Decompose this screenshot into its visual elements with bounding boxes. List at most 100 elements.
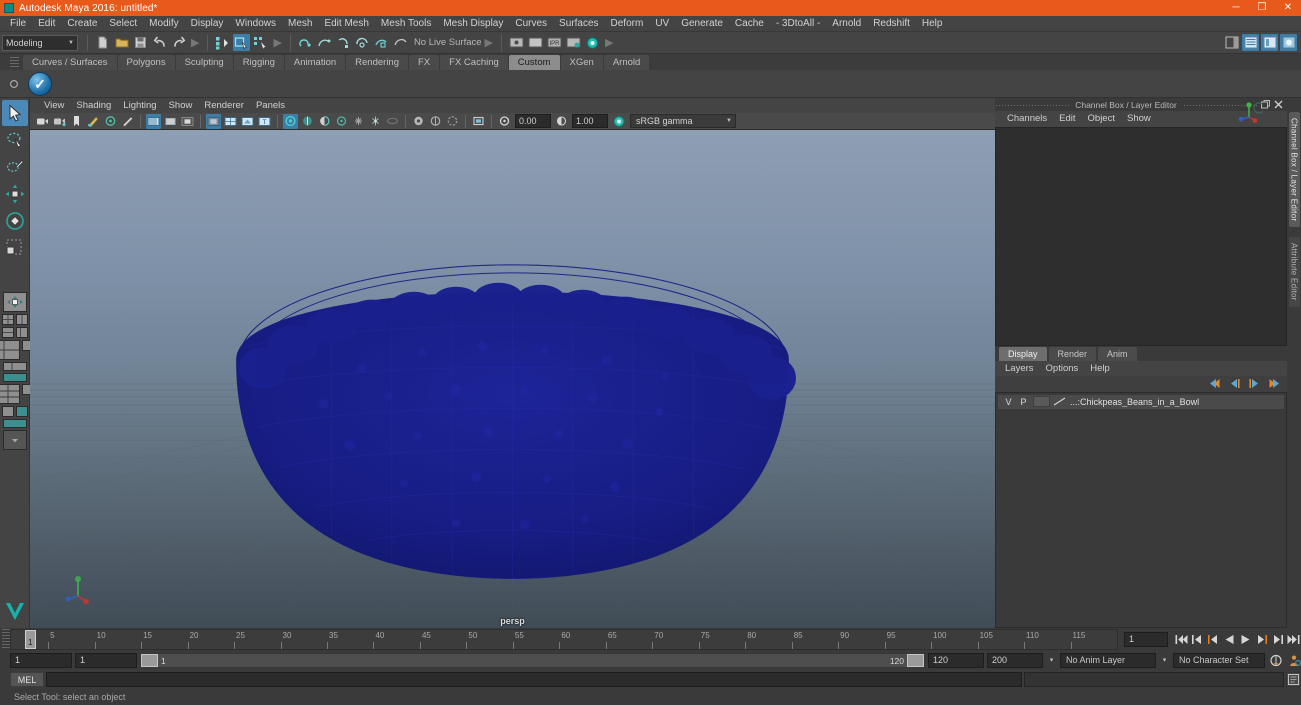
go-to-start-button[interactable] bbox=[1174, 632, 1189, 647]
menu-set-selector[interactable]: Modeling ▼ bbox=[2, 34, 78, 51]
select-camera-icon[interactable] bbox=[35, 114, 50, 129]
range-start-handle[interactable] bbox=[141, 653, 158, 667]
motion-blur-icon[interactable] bbox=[351, 114, 366, 129]
layer-editor-tab-render[interactable]: Render bbox=[1048, 346, 1097, 361]
playback-end-time-field[interactable]: 120 bbox=[928, 652, 984, 668]
anim-end-time-field[interactable]: 200 bbox=[987, 652, 1043, 668]
multisample-icon[interactable] bbox=[368, 114, 383, 129]
viewport-menu-show[interactable]: Show bbox=[163, 98, 199, 113]
use-default-lighting-icon[interactable] bbox=[283, 113, 298, 129]
layer-editor-menu-options[interactable]: Options bbox=[1040, 361, 1085, 376]
script-language-label[interactable]: MEL bbox=[10, 672, 44, 687]
move-layer-up-icon[interactable] bbox=[1228, 378, 1241, 389]
undo-icon[interactable] bbox=[151, 34, 168, 51]
shelf-options-icon[interactable] bbox=[8, 78, 20, 90]
menu-item-modify[interactable]: Modify bbox=[143, 16, 184, 32]
use-all-lights-icon[interactable] bbox=[300, 114, 315, 129]
image-plane-icon[interactable] bbox=[86, 114, 101, 129]
menu-item-display[interactable]: Display bbox=[185, 16, 230, 32]
gamma-icon[interactable] bbox=[554, 114, 569, 129]
range-end-handle[interactable] bbox=[907, 653, 924, 667]
vertical-tab-attribute-editor[interactable]: Attribute Editor bbox=[1288, 237, 1300, 308]
menu-item-redshift[interactable]: Redshift bbox=[867, 16, 916, 32]
isolate-select-icon[interactable] bbox=[385, 114, 400, 129]
persp-graph-layout[interactable] bbox=[0, 340, 20, 360]
layer-playback-toggle[interactable]: P bbox=[1016, 397, 1031, 407]
paint-select-tool[interactable] bbox=[2, 154, 28, 180]
viewport-menu-shading[interactable]: Shading bbox=[70, 98, 117, 113]
move-layer-down-fast-icon[interactable] bbox=[1268, 378, 1281, 389]
move-layer-down-icon[interactable] bbox=[1248, 378, 1261, 389]
shaded-textured-icon[interactable] bbox=[180, 114, 195, 129]
step-forward-frame-button[interactable] bbox=[1254, 632, 1269, 647]
character-set-selector[interactable]: No Character Set bbox=[1173, 652, 1265, 668]
multi-pane-layout[interactable] bbox=[0, 384, 20, 404]
anim-start-time-field[interactable]: 1 bbox=[10, 652, 72, 668]
menu-item-curves[interactable]: Curves bbox=[509, 16, 553, 32]
layer-editor-tab-anim[interactable]: Anim bbox=[1098, 346, 1137, 361]
two-panes-side-layout[interactable] bbox=[15, 314, 28, 325]
menu-item-mesh-tools[interactable]: Mesh Tools bbox=[375, 16, 437, 32]
layer-editor-menu-layers[interactable]: Layers bbox=[999, 361, 1040, 376]
four-view-layout[interactable] bbox=[1, 314, 14, 325]
redo-icon[interactable] bbox=[170, 34, 187, 51]
viewport-menu-view[interactable]: View bbox=[38, 98, 70, 113]
menu-item-cache[interactable]: Cache bbox=[729, 16, 770, 32]
attribute-editor-icon[interactable] bbox=[1242, 34, 1259, 51]
color-management-icon[interactable] bbox=[611, 114, 626, 129]
channel-box-menu-edit[interactable]: Edit bbox=[1053, 111, 1081, 127]
time-slider-grip[interactable] bbox=[0, 628, 10, 650]
command-input[interactable] bbox=[46, 672, 1022, 687]
saved-layout-a[interactable] bbox=[1, 406, 14, 417]
playback-start-time-field[interactable]: 1 bbox=[75, 652, 137, 668]
film-gate-icon[interactable] bbox=[428, 114, 443, 129]
xray-wireframe-icon[interactable] bbox=[146, 113, 161, 129]
shelf-tab-fx-caching[interactable]: FX Caching bbox=[440, 55, 508, 70]
step-forward-key-button[interactable] bbox=[1270, 632, 1285, 647]
select-by-component-icon[interactable] bbox=[252, 34, 269, 51]
single-persp-outliner-layout[interactable] bbox=[15, 327, 28, 338]
maximize-button[interactable]: ❐ bbox=[1249, 0, 1275, 16]
shaded-icon[interactable] bbox=[163, 114, 178, 129]
channel-box-menu-show[interactable]: Show bbox=[1121, 111, 1157, 127]
persp-uv-layout[interactable] bbox=[2, 373, 27, 382]
select-by-hierarchy-icon[interactable] bbox=[214, 34, 231, 51]
layer-row[interactable]: V P ...:Chickpeas_Beans_in_a_Bowl bbox=[998, 394, 1284, 409]
range-slider[interactable]: 1 120 bbox=[140, 652, 925, 668]
two-sided-lighting-icon[interactable] bbox=[103, 114, 118, 129]
menu-item-file[interactable]: File bbox=[4, 16, 32, 32]
more-layouts[interactable] bbox=[2, 430, 27, 450]
step-back-frame-button[interactable] bbox=[1206, 632, 1221, 647]
script-editor-icon[interactable] bbox=[1286, 672, 1301, 687]
menu-item-deform[interactable]: Deform bbox=[605, 16, 650, 32]
menu-item-mesh-display[interactable]: Mesh Display bbox=[437, 16, 509, 32]
shelf-tab-arnold[interactable]: Arnold bbox=[603, 55, 650, 70]
menu-item-surfaces[interactable]: Surfaces bbox=[553, 16, 604, 32]
menu-item-uv[interactable]: UV bbox=[649, 16, 675, 32]
layer-visibility-toggle[interactable]: V bbox=[1001, 397, 1016, 407]
shelf-tab-polygons[interactable]: Polygons bbox=[117, 55, 175, 70]
bookmark-icon[interactable] bbox=[69, 114, 84, 129]
menu-item-edit-mesh[interactable]: Edit Mesh bbox=[318, 16, 374, 32]
move-layer-up-fast-icon[interactable] bbox=[1208, 378, 1221, 389]
render-current-frame-icon[interactable]: IPR bbox=[546, 34, 563, 51]
wireframe-on-shaded-icon[interactable] bbox=[206, 113, 221, 129]
show-hide-editor-icon[interactable] bbox=[508, 34, 525, 51]
render-settings-icon[interactable] bbox=[584, 34, 601, 51]
gate-mask-icon[interactable] bbox=[471, 114, 486, 129]
menu-item-edit[interactable]: Edit bbox=[32, 16, 61, 32]
channel-box-icon[interactable] bbox=[1280, 34, 1297, 51]
color-management-dropdown[interactable]: sRGB gamma ▼ bbox=[630, 114, 736, 128]
auto-keyframe-icon[interactable] bbox=[1268, 653, 1283, 668]
anim-layer-selector[interactable]: No Anim Layer bbox=[1060, 652, 1156, 668]
open-scene-icon[interactable] bbox=[113, 34, 130, 51]
rotate-tool[interactable] bbox=[2, 208, 28, 234]
shelf-tab-rendering[interactable]: Rendering bbox=[346, 55, 408, 70]
minimize-button[interactable]: ─ bbox=[1223, 0, 1249, 16]
ambient-occlusion-icon[interactable] bbox=[334, 114, 349, 129]
paint-effects-icon[interactable] bbox=[120, 114, 135, 129]
snap-to-point-icon[interactable] bbox=[335, 34, 352, 51]
menu-item-create[interactable]: Create bbox=[61, 16, 103, 32]
layer-state-toggle[interactable] bbox=[1033, 396, 1050, 407]
current-time-indicator[interactable]: 1 bbox=[25, 629, 36, 649]
